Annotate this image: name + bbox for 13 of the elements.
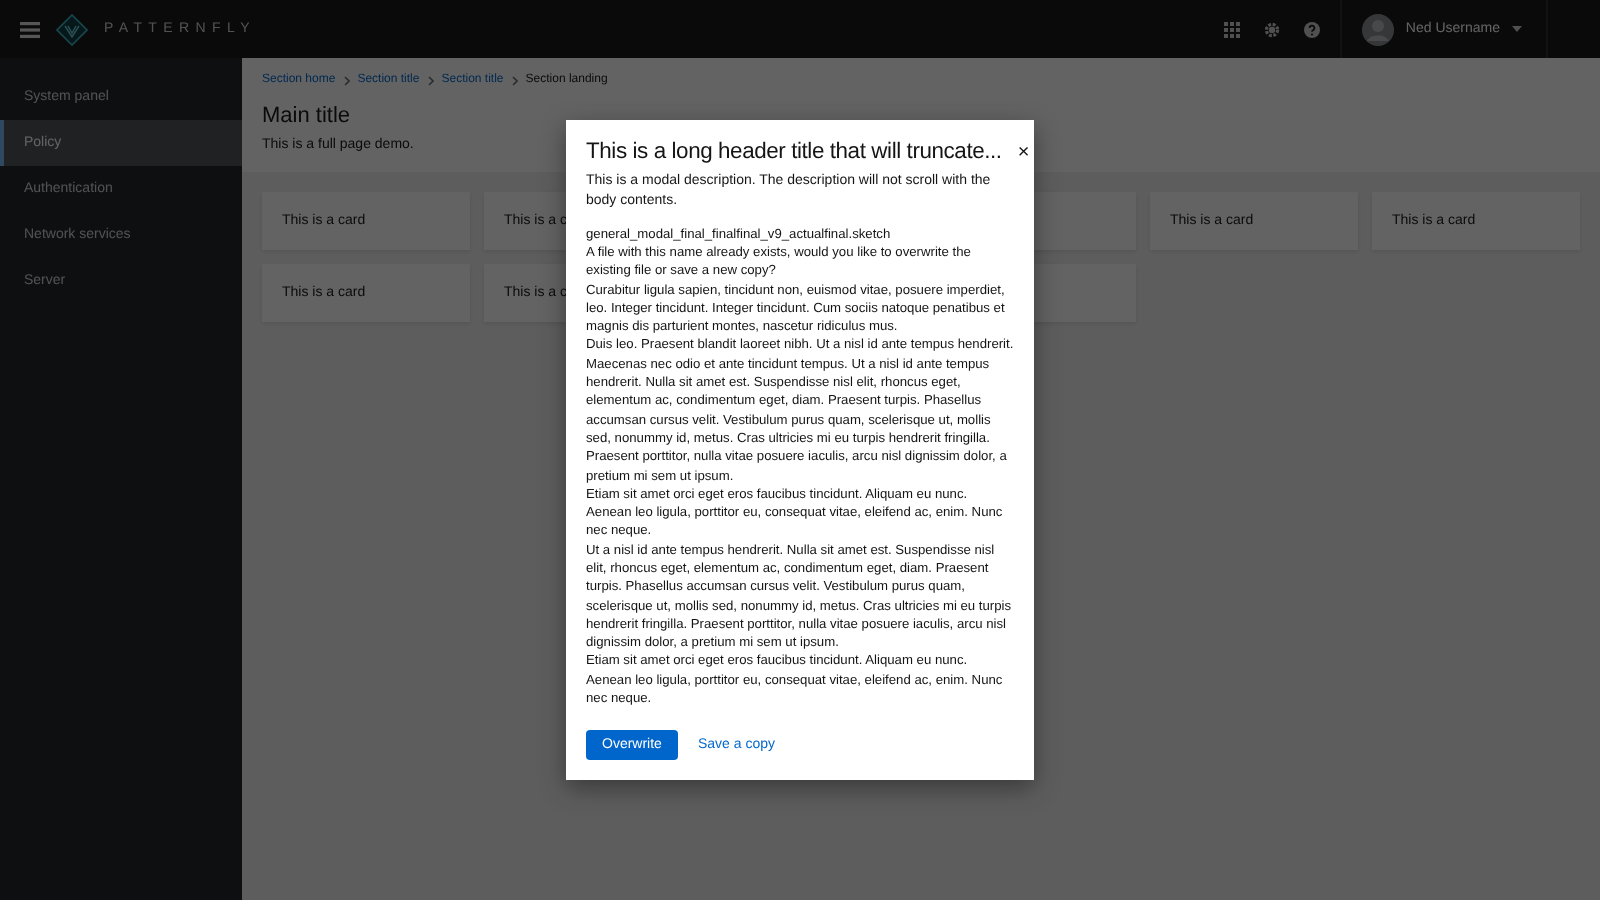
page-title: Main title bbox=[262, 104, 351, 128]
logo-icon bbox=[56, 13, 88, 45]
settings-icon[interactable] bbox=[1263, 21, 1280, 37]
caret-icon[interactable] bbox=[1512, 26, 1522, 32]
modal-title: This is a long header title that will truncate... bbox=[586, 139, 1002, 164]
chevron-icon bbox=[343, 75, 350, 85]
chevron-icon bbox=[511, 75, 518, 85]
help-icon[interactable] bbox=[1303, 21, 1320, 37]
close-button[interactable]: × bbox=[1013, 139, 1034, 166]
app-grid-icon[interactable] bbox=[1223, 21, 1240, 37]
chevron-icon bbox=[427, 75, 434, 85]
avatar-icon[interactable] bbox=[1361, 13, 1394, 45]
menu-icon[interactable] bbox=[20, 21, 40, 37]
